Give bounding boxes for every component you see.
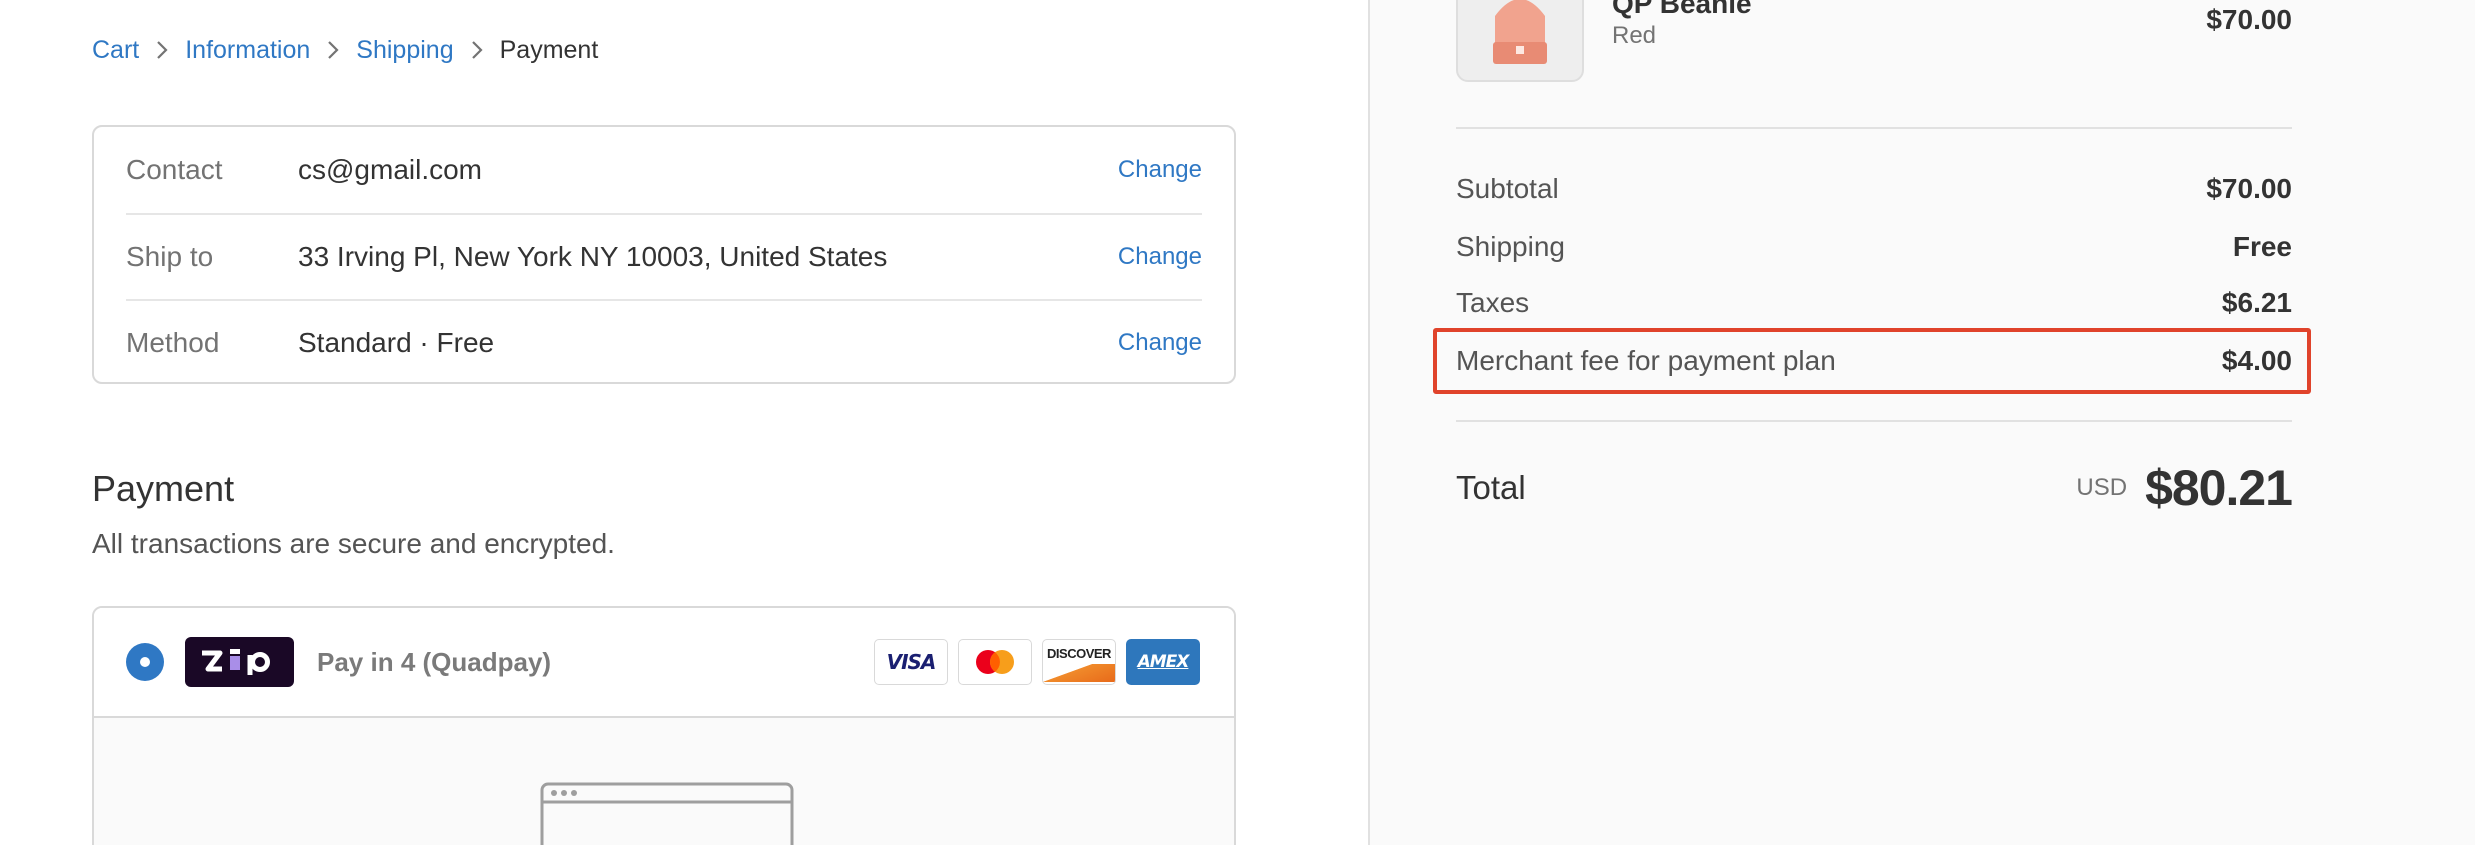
highlight-box (1433, 328, 2311, 394)
chevron-right-icon (310, 34, 356, 66)
visa-icon: VISA (874, 639, 948, 685)
review-value: Standard · Free (298, 327, 495, 358)
review-label: Ship to (126, 241, 214, 272)
summary-label: Shipping (1456, 231, 1565, 262)
summary-divider (1456, 420, 2292, 422)
summary-value: $6.21 (2221, 287, 2292, 318)
discover-stripe (1043, 664, 1115, 682)
total-value-group: USD $80.21 (2076, 459, 2293, 517)
chevron-right-icon (139, 34, 185, 66)
discover-icon: DISCOVER (1042, 639, 1116, 685)
summary-row-shipping: Shipping Free (1456, 227, 2292, 267)
summary-label: Subtotal (1456, 173, 1559, 204)
visa-text: VISA (886, 650, 937, 674)
zip-logo (185, 637, 294, 687)
summary-row-subtotal: Subtotal $70.00 (1456, 169, 2292, 209)
product-thumbnail (1456, 0, 1584, 82)
change-method-link[interactable]: Change (1118, 329, 1202, 357)
discover-text: DISCOVER (1047, 646, 1111, 661)
review-box: Contact cs@gmail.com Change Ship to 33 I… (92, 125, 1236, 384)
browser-window-icon (540, 782, 794, 845)
payment-subheading: All transactions are secure and encrypte… (92, 528, 615, 559)
amex-icon: AMEX (1126, 639, 1200, 685)
summary-label: Taxes (1456, 287, 1530, 318)
offsite-redirect-area (94, 718, 1234, 845)
summary-value: Free (2232, 231, 2292, 262)
product-variant: Red (1612, 22, 1657, 49)
breadcrumb: Cart Information Shipping Payment (92, 34, 598, 66)
zip-logo-mark (201, 649, 270, 675)
review-value: 33 Irving Pl, New York NY 10003, United … (298, 241, 888, 272)
radio-selected[interactable] (126, 643, 164, 681)
review-value: cs@gmail.com (298, 154, 483, 185)
review-row-contact: Contact cs@gmail.com Change (126, 127, 1202, 213)
breadcrumb-cart[interactable]: Cart (92, 36, 139, 65)
beanie-image-icon (1493, 0, 1547, 64)
breadcrumb-information[interactable]: Information (185, 36, 310, 65)
total-label: Total (1456, 469, 1526, 506)
chevron-right-icon (454, 34, 500, 66)
payment-methods-box: Pay in 4 (Quadpay) VISA DISCOVER AMEX (92, 606, 1236, 845)
summary-divider (1456, 127, 2292, 129)
review-label: Contact (126, 154, 223, 185)
mastercard-icon (958, 639, 1032, 685)
product-price: $70.00 (2206, 4, 2292, 35)
product-name: QP Beanie (1612, 0, 1752, 19)
card-logos: VISA DISCOVER AMEX (874, 639, 1200, 685)
total-amount: $80.21 (2145, 460, 2293, 516)
change-address-link[interactable]: Change (1118, 243, 1202, 271)
amex-text: AMEX (1137, 652, 1190, 672)
payment-heading: Payment (92, 468, 235, 509)
breadcrumb-shipping[interactable]: Shipping (356, 36, 453, 65)
summary-total: Total USD $80.21 (1456, 458, 2293, 518)
total-currency: USD (2076, 474, 2128, 501)
radio-dot (140, 657, 150, 667)
change-contact-link[interactable]: Change (1118, 156, 1202, 184)
payment-option-quadpay[interactable]: Pay in 4 (Quadpay) VISA DISCOVER AMEX (94, 608, 1234, 718)
summary-value: $70.00 (2206, 173, 2292, 204)
summary-row-taxes: Taxes $6.21 (1456, 283, 2292, 323)
payment-option-label: Pay in 4 (Quadpay) (317, 646, 552, 677)
review-row-method: Method Standard · Free Change (126, 299, 1202, 385)
breadcrumb-payment: Payment (499, 35, 599, 64)
review-label: Method (126, 327, 220, 358)
review-row-ship-to: Ship to 33 Irving Pl, New York NY 10003,… (126, 213, 1202, 299)
